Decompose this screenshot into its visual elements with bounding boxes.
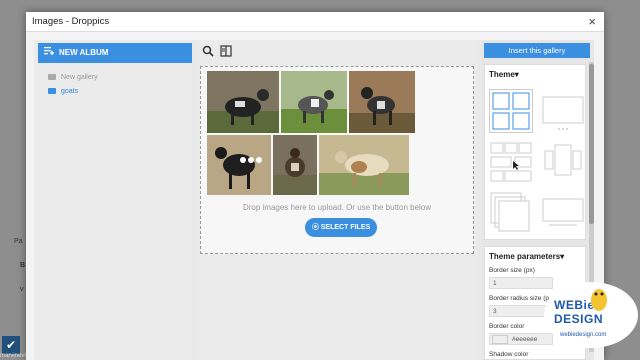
border-size-input[interactable]: 1 xyxy=(489,277,553,289)
select-files-button[interactable]: ⦿ SELECT FILES xyxy=(305,218,377,237)
param-label-border-radius: Border radius size (p xyxy=(489,295,549,302)
modal-header: Images - Droppics × xyxy=(26,12,604,32)
split-view-icon[interactable] xyxy=(220,44,232,57)
gallery-thumbnail[interactable] xyxy=(207,71,279,133)
theme-option-default[interactable] xyxy=(489,89,533,133)
modal-body: NEW ALBUM New gallery goats Drop images … xyxy=(34,40,594,360)
param-label-border-size: Border size (px) xyxy=(489,267,535,274)
theme-option-carousel[interactable] xyxy=(541,139,585,183)
border-color-value: #eeeeee xyxy=(512,336,538,343)
mascot-icon xyxy=(591,289,607,311)
background-label: v xyxy=(20,286,24,293)
drop-instructions: Drop images here to upload. Or use the b… xyxy=(242,203,432,212)
checkmark-icon[interactable]: ✔ xyxy=(2,336,20,354)
gallery-thumbnail[interactable] xyxy=(207,135,271,195)
gallery-thumbnail[interactable] xyxy=(349,71,415,133)
folder-icon xyxy=(48,74,56,80)
theme-option-slider[interactable] xyxy=(541,89,585,133)
chevron-down-icon: ▾ xyxy=(514,70,519,79)
album-item-goats[interactable]: goats xyxy=(48,88,78,95)
search-icon[interactable] xyxy=(202,44,214,57)
border-color-input[interactable]: #eeeeee xyxy=(489,333,553,345)
new-album-label: NEW ALBUM xyxy=(59,48,109,57)
modal-title: Images - Droppics xyxy=(32,16,110,27)
theme-title[interactable]: Theme▾ xyxy=(485,65,585,84)
param-label-border-color: Border color xyxy=(489,323,525,330)
watermark-logo: WEBie DESIGN webiedesign.com xyxy=(544,282,638,348)
add-list-icon xyxy=(44,43,54,63)
gallery-thumbnail[interactable] xyxy=(281,71,347,133)
theme-parameters-title[interactable]: Theme parameters▾ xyxy=(485,247,585,266)
gallery-panel: Drop images here to upload. Or use the b… xyxy=(196,40,478,360)
color-swatch xyxy=(492,335,508,344)
gallery-thumbnail[interactable] xyxy=(319,135,409,195)
param-label-shadow-color: Shadow color xyxy=(489,351,529,358)
background-label: B xyxy=(20,262,26,269)
new-album-button[interactable]: NEW ALBUM xyxy=(38,43,192,63)
upload-dropzone[interactable]: Drop images here to upload. Or use the b… xyxy=(200,66,474,254)
theme-panel: Theme▾ xyxy=(484,64,586,240)
select-files-label: SELECT FILES xyxy=(320,224,371,231)
theme-title-label: Theme xyxy=(489,70,515,79)
chevron-down-icon: ▾ xyxy=(560,252,565,261)
album-item-new-gallery[interactable]: New gallery xyxy=(48,74,98,81)
theme-parameters-label: Theme parameters xyxy=(489,252,561,261)
insert-gallery-button[interactable]: Insert this gallery xyxy=(484,43,590,58)
albums-panel: NEW ALBUM New gallery goats xyxy=(34,40,192,360)
upload-icon: ⦿ xyxy=(311,224,321,231)
folder-icon xyxy=(48,88,56,94)
gallery-thumbnail[interactable] xyxy=(273,135,317,195)
album-label: New gallery xyxy=(61,74,98,81)
album-label: goats xyxy=(61,88,79,95)
images-modal: Images - Droppics × NEW ALBUM New galler… xyxy=(26,12,604,360)
watermark-url: webiedesign.com xyxy=(560,332,607,338)
theme-option-stack[interactable] xyxy=(489,189,533,233)
close-icon[interactable]: × xyxy=(588,14,596,29)
theme-option-masonry[interactable] xyxy=(489,139,533,183)
theme-option-fullscreen[interactable] xyxy=(541,189,585,233)
background-label: Pa xyxy=(14,238,23,245)
scrollbar-thumb[interactable] xyxy=(589,64,594,224)
